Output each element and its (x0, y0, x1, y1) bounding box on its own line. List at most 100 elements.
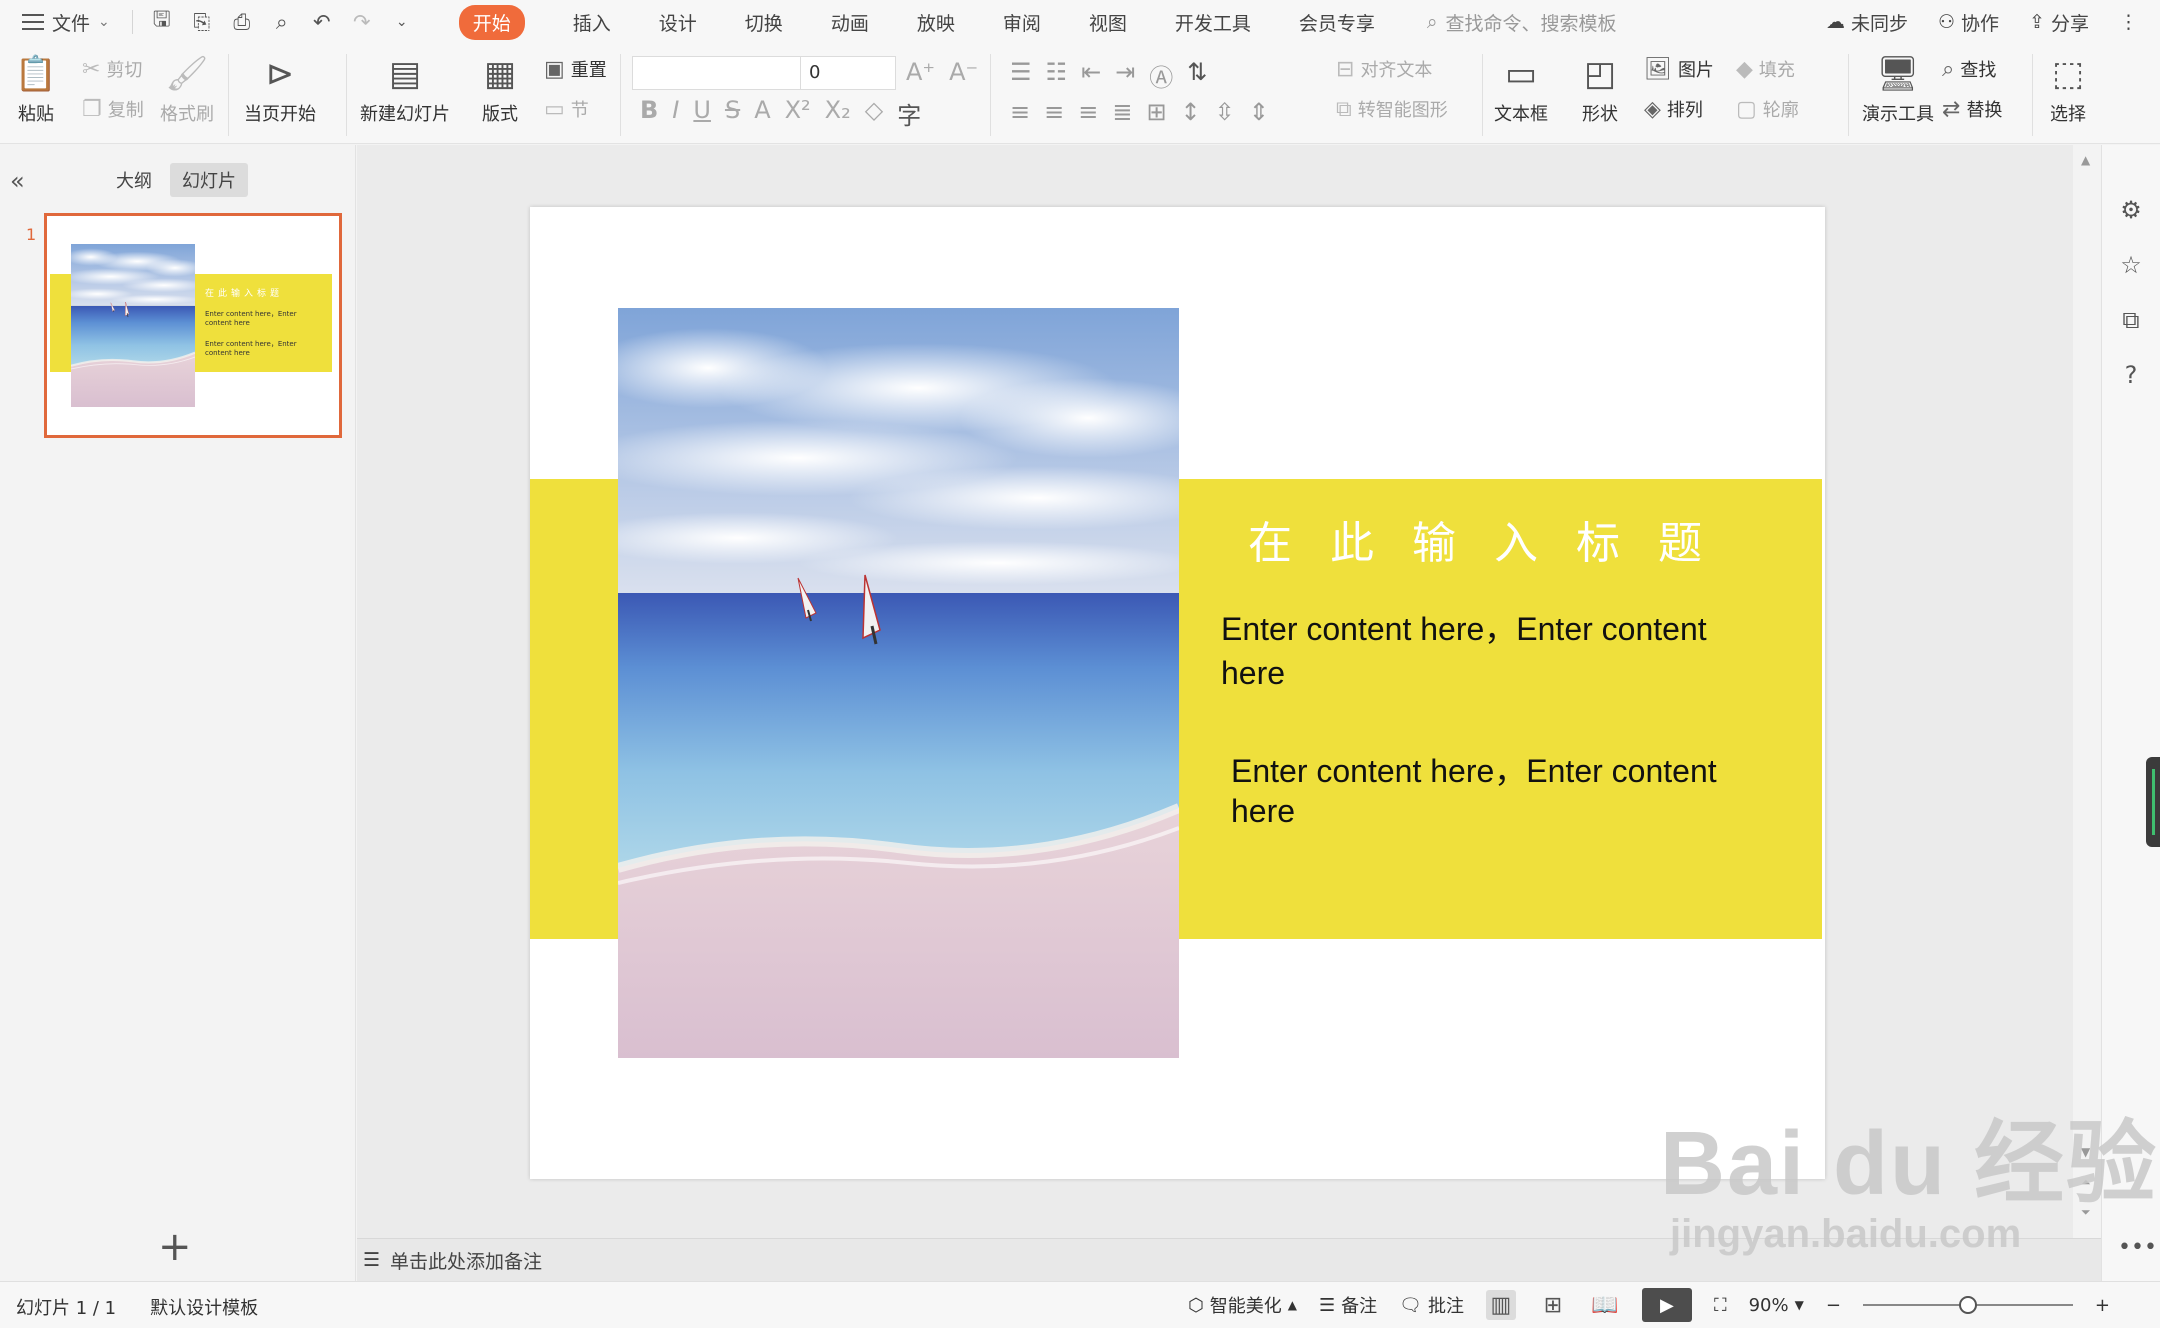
shape-button[interactable]: ◰ 形状 (1578, 52, 1622, 126)
tab-transitions[interactable]: 切换 (721, 0, 807, 44)
reading-view-icon[interactable]: 📖 (1590, 1290, 1620, 1320)
help-icon[interactable]: ? (2116, 360, 2146, 390)
zoom-level-select[interactable]: 90% ▼ (1749, 1295, 1804, 1316)
beach-photo[interactable] (618, 308, 1179, 1058)
copy-button[interactable]: ❐ 复制 (82, 96, 144, 122)
italic-icon[interactable]: I (672, 96, 679, 131)
replace-button[interactable]: ⇄ 替换 (1942, 96, 2002, 122)
tab-insert[interactable]: 插入 (549, 0, 635, 44)
save-icon[interactable]: 🖫 (147, 7, 177, 37)
select-button[interactable]: ⬚ 选择 (2046, 52, 2090, 126)
export-icon[interactable]: ⎘ (187, 7, 217, 37)
zoom-slider[interactable] (1862, 1295, 2073, 1315)
slide-sorter-icon[interactable]: ⊞ (1538, 1290, 1568, 1320)
play-from-current-button[interactable]: ⊳ 当页开始 (244, 52, 316, 126)
paste-button[interactable]: 📋 粘贴 (14, 52, 58, 126)
align-left-icon[interactable]: ≡ (1010, 98, 1030, 126)
fit-window-button[interactable]: ⛶ (1714, 1295, 1727, 1316)
undo-icon[interactable]: ↶ (307, 7, 337, 37)
tab-slideshow[interactable]: 放映 (893, 0, 979, 44)
previous-slide-icon[interactable]: ⏶ (2081, 1175, 2091, 1190)
smartart-button[interactable]: ⧉ 转智能图形 (1336, 96, 1448, 122)
tab-developer[interactable]: 开发工具 (1151, 0, 1275, 44)
justify-icon[interactable]: ≣ (1112, 98, 1132, 126)
tab-animations[interactable]: 动画 (807, 0, 893, 44)
tab-outline[interactable]: 大纲 (104, 163, 164, 197)
redo-icon[interactable]: ↷ (347, 7, 377, 37)
font-color-icon[interactable]: A (754, 96, 770, 131)
zoom-knob[interactable] (1958, 1296, 1977, 1314)
underline-icon[interactable]: U (693, 96, 711, 131)
collaborate-button[interactable]: ⚇ 协作 (1938, 9, 1999, 36)
slide-thumbnail[interactable]: 在此输入标题 Enter content here，Enter content … (44, 213, 342, 438)
increase-indent-icon[interactable]: ⇥ (1115, 58, 1135, 93)
column-icon[interactable]: ⇕ (1249, 98, 1269, 126)
tab-slides[interactable]: 幻灯片 (170, 163, 248, 197)
distribute-icon[interactable]: ⊞ (1146, 98, 1166, 126)
bullet-list-icon[interactable]: ☰ (1010, 58, 1032, 93)
design-template[interactable]: 默认设计模板 (150, 1294, 258, 1320)
tab-view[interactable]: 视图 (1065, 0, 1151, 44)
phonetic-icon[interactable]: 字 (897, 96, 921, 131)
textbox-button[interactable]: ▭ 文本框 (1494, 52, 1548, 126)
new-slide-button[interactable]: ▤ 新建幻灯片 (360, 52, 450, 126)
slide-transition-icon[interactable]: ⧉ (2116, 305, 2146, 335)
zoom-in-button[interactable]: + (2095, 1295, 2110, 1316)
sort-icon[interactable]: ⇅ (1187, 58, 1207, 93)
numbered-list-icon[interactable]: ☷ (1046, 58, 1068, 93)
zoom-out-button[interactable]: − (1826, 1295, 1841, 1316)
share-button[interactable]: ⇪ 分享 (2029, 9, 2089, 36)
line-spacing-icon[interactable]: ↕ (1181, 98, 1201, 126)
strikethrough-icon[interactable]: S (725, 96, 740, 131)
tab-member[interactable]: 会员专享 (1275, 0, 1399, 44)
comments-button[interactable]: 🗨 批注 (1399, 1292, 1464, 1318)
presentation-tools-button[interactable]: 🖥 演示工具 (1862, 52, 1934, 126)
font-family-select[interactable] (632, 56, 802, 90)
content-text-2[interactable]: Enter content here，Enter content here (1231, 751, 1751, 831)
tab-home[interactable]: 开始 (435, 0, 549, 44)
grow-font-icon[interactable]: A⁺ (906, 58, 935, 86)
subscript-icon[interactable]: X₂ (825, 96, 851, 131)
print-icon[interactable]: ⎙ (227, 7, 257, 37)
more-icon[interactable]: ••• (2118, 1235, 2157, 1260)
find-button[interactable]: ⌕ 查找 (1942, 56, 1996, 82)
add-slide-icon[interactable]: + (158, 1227, 192, 1267)
collapse-panel-icon[interactable]: « (10, 167, 25, 195)
cut-button[interactable]: ✂ 剪切 (82, 56, 142, 82)
section-button[interactable]: ▭ 节 (544, 96, 589, 122)
align-text-button[interactable]: ⊟ 对齐文本 (1336, 56, 1432, 82)
arrange-button[interactable]: ◈ 排列 (1644, 96, 1703, 122)
smart-beautify-button[interactable]: ⬡ 智能美化 ▲ (1188, 1292, 1297, 1318)
properties-icon[interactable]: ⚙ (2116, 195, 2146, 225)
customize-quick-access-icon[interactable]: ⌄ (387, 7, 417, 37)
file-menu[interactable]: 文件 ⌄ (0, 0, 124, 44)
sync-button[interactable]: ☁ 未同步 (1826, 9, 1908, 36)
paragraph-spacing-icon[interactable]: ⇳ (1215, 98, 1235, 126)
sidebar-handle[interactable] (2146, 757, 2160, 847)
scroll-down-icon[interactable]: ▼ (2081, 1145, 2090, 1159)
notes-bar[interactable]: ☰ 单击此处添加备注 (357, 1238, 2101, 1281)
reset-button[interactable]: ▣ 重置 (544, 56, 607, 82)
tab-review[interactable]: 审阅 (979, 0, 1065, 44)
slide-title[interactable]: 在此输入标题 (1248, 507, 1740, 571)
pin-icon[interactable]: ☆ (2116, 250, 2146, 280)
font-size-select[interactable]: 0 (800, 56, 896, 90)
picture-button[interactable]: 🖼 图片 (1644, 56, 1714, 82)
format-painter-button[interactable]: 🖌 格式刷 (160, 52, 214, 126)
shrink-font-icon[interactable]: A⁻ (949, 58, 978, 86)
outline-button[interactable]: ▢ 轮廓 (1736, 96, 1799, 122)
more-menu-button[interactable]: ⋮ (2119, 11, 2138, 33)
fill-button[interactable]: ◆ 填充 (1736, 56, 1795, 82)
print-preview-icon[interactable]: ⌕ (267, 7, 297, 37)
align-right-icon[interactable]: ≡ (1078, 98, 1098, 126)
eraser-icon[interactable]: ◇ (865, 96, 883, 131)
notes-toggle-button[interactable]: ☰ 备注 (1319, 1292, 1377, 1318)
bold-icon[interactable]: B (640, 96, 658, 131)
content-text-1[interactable]: Enter content here，Enter content here (1221, 607, 1741, 695)
command-search[interactable]: ⌕ 查找命令、搜索模板 (1427, 9, 1617, 36)
align-center-icon[interactable]: ≡ (1044, 98, 1064, 126)
play-slideshow-button[interactable]: ▶ (1641, 1288, 1692, 1322)
next-slide-icon[interactable]: ⏷ (2081, 1205, 2091, 1220)
normal-view-icon[interactable]: ▥ (1485, 1290, 1516, 1320)
layout-button[interactable]: ▦ 版式 (478, 52, 522, 126)
